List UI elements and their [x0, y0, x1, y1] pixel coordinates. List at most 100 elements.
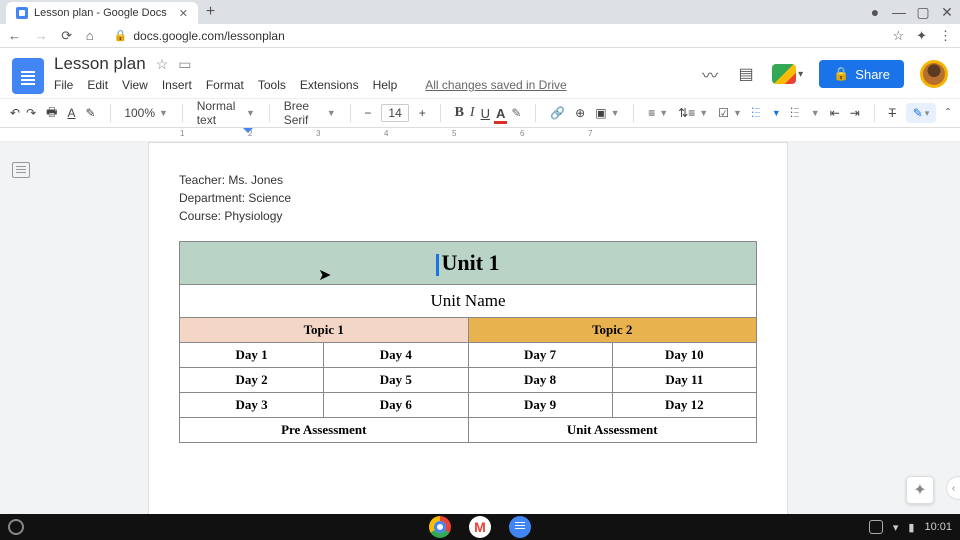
close-window-icon[interactable]: ✕: [940, 4, 954, 21]
clear-formatting-icon[interactable]: T: [889, 106, 896, 120]
menu-extensions[interactable]: Extensions: [300, 78, 359, 92]
browser-menu-icon[interactable]: ⋮: [939, 28, 952, 44]
forward-icon: →: [35, 28, 48, 43]
topic1-header[interactable]: Topic 1: [180, 318, 469, 343]
menu-insert[interactable]: Insert: [162, 78, 192, 92]
bulleted-list-dropdown[interactable]: ▼: [752, 107, 781, 119]
menu-help[interactable]: Help: [373, 78, 398, 92]
formatting-toolbar: ↶↷ 🖶 A ✎ 100%▼ Normal text▼ Bree Serif▼ …: [0, 98, 960, 128]
back-icon[interactable]: ←: [8, 28, 21, 43]
comments-icon[interactable]: ▤: [736, 64, 756, 84]
italic-button[interactable]: I: [470, 105, 475, 121]
day-cell[interactable]: Day 6: [324, 393, 468, 418]
decrease-font-button[interactable]: −: [364, 106, 371, 120]
status-tray-icon[interactable]: [869, 520, 883, 534]
minimize-window-icon[interactable]: —: [892, 4, 906, 20]
day-cell[interactable]: Day 7: [468, 343, 612, 368]
numbered-list-dropdown[interactable]: ▼: [791, 107, 820, 119]
unit-name-cell[interactable]: Unit Name: [180, 285, 757, 318]
highlight-button[interactable]: ✎: [511, 106, 521, 120]
maximize-window-icon[interactable]: ▢: [916, 4, 930, 21]
editing-mode-button[interactable]: ✎ ▾: [906, 103, 936, 123]
day-cell[interactable]: Day 2: [180, 368, 324, 393]
unit-assessment-cell[interactable]: Unit Assessment: [468, 418, 757, 443]
style-dropdown[interactable]: Normal text▼: [197, 99, 255, 127]
collapse-toolbar-icon[interactable]: ˆ: [946, 106, 950, 120]
clock-text[interactable]: 10:01: [924, 521, 952, 533]
day-cell[interactable]: Day 12: [612, 393, 756, 418]
day-cell[interactable]: Day 1: [180, 343, 324, 368]
undo-icon[interactable]: ↶: [10, 106, 20, 120]
menu-format[interactable]: Format: [206, 78, 244, 92]
unit-table[interactable]: Unit 1 Unit Name Topic 1 Topic 2 Day 1 D…: [179, 241, 757, 443]
meet-button[interactable]: ▾: [772, 64, 803, 84]
day-cell[interactable]: Day 3: [180, 393, 324, 418]
horizontal-ruler[interactable]: 1 2 3 4 5 6 7: [0, 128, 960, 142]
star-document-icon[interactable]: ☆: [156, 56, 169, 73]
zoom-dropdown[interactable]: 100%▼: [124, 106, 168, 120]
account-avatar[interactable]: [920, 60, 948, 88]
close-tab-icon[interactable]: ✕: [179, 7, 188, 20]
browser-addressbar: ← → ⟳ ⌂ 🔒 docs.google.com/lessonplan ☆ ✦…: [0, 24, 960, 48]
url-field[interactable]: 🔒 docs.google.com/lessonplan: [114, 29, 883, 43]
day-cell[interactable]: Day 9: [468, 393, 612, 418]
day-cell[interactable]: Day 10: [612, 343, 756, 368]
explore-fab-button[interactable]: ✦: [906, 476, 934, 504]
docs-app-icon[interactable]: [509, 516, 531, 538]
launcher-icon[interactable]: [8, 519, 24, 535]
insert-image-dropdown[interactable]: ▣▼: [595, 106, 619, 120]
pre-assessment-cell[interactable]: Pre Assessment: [180, 418, 469, 443]
docs-header: Lesson plan ☆ ▭ File Edit View Insert Fo…: [0, 48, 960, 94]
underline-button[interactable]: U: [481, 106, 490, 121]
bookmark-star-icon[interactable]: ☆: [892, 28, 904, 44]
menu-view[interactable]: View: [122, 78, 148, 92]
meet-camera-icon: [772, 64, 796, 84]
increase-font-button[interactable]: +: [419, 106, 426, 120]
print-icon[interactable]: 🖶: [46, 103, 57, 124]
save-status[interactable]: All changes saved in Drive: [425, 78, 566, 92]
day-cell[interactable]: Day 8: [468, 368, 612, 393]
docs-logo-icon[interactable]: [12, 58, 44, 94]
paint-format-icon[interactable]: ✎: [85, 106, 95, 120]
menubar: File Edit View Insert Format Tools Exten…: [54, 78, 700, 92]
insert-link-icon[interactable]: 🔗: [550, 106, 565, 120]
font-dropdown[interactable]: Bree Serif▼: [284, 99, 336, 127]
menu-edit[interactable]: Edit: [87, 78, 108, 92]
align-dropdown[interactable]: ≡▼: [648, 106, 668, 120]
wifi-icon[interactable]: ▾: [893, 521, 899, 534]
document-title[interactable]: Lesson plan: [54, 54, 146, 74]
outline-toggle-icon[interactable]: [12, 162, 30, 178]
share-button[interactable]: 🔒 Share: [819, 60, 904, 88]
document-page[interactable]: Teacher: Ms. Jones Department: Science C…: [148, 142, 788, 518]
chrome-app-icon[interactable]: [429, 516, 451, 538]
spellcheck-icon[interactable]: A: [67, 106, 75, 120]
topic2-header[interactable]: Topic 2: [468, 318, 757, 343]
redo-icon[interactable]: ↷: [26, 106, 36, 120]
doc-meta-block[interactable]: Teacher: Ms. Jones Department: Science C…: [179, 171, 757, 225]
line-spacing-dropdown[interactable]: ⇅≡▼: [678, 106, 708, 120]
increase-indent-icon[interactable]: ⇥: [850, 106, 860, 120]
battery-icon[interactable]: ▮: [908, 521, 914, 534]
text-color-button[interactable]: A: [496, 106, 505, 121]
unit-title-cell[interactable]: Unit 1: [180, 242, 757, 285]
new-tab-button[interactable]: +: [198, 3, 223, 21]
browser-tab[interactable]: Lesson plan - Google Docs ✕: [6, 2, 198, 24]
bold-button[interactable]: B: [455, 105, 464, 121]
move-folder-icon[interactable]: ▭: [178, 56, 191, 73]
decrease-indent-icon[interactable]: ⇤: [830, 106, 840, 120]
extensions-icon[interactable]: ✦: [916, 28, 927, 44]
insert-comment-icon[interactable]: ⊕: [575, 106, 585, 120]
account-dot-icon[interactable]: ●: [868, 4, 882, 20]
home-icon[interactable]: ⌂: [86, 28, 94, 43]
day-cell[interactable]: Day 5: [324, 368, 468, 393]
mouse-cursor-icon: ➤: [318, 265, 331, 285]
checklist-dropdown[interactable]: ☑▼: [718, 106, 742, 120]
day-cell[interactable]: Day 11: [612, 368, 756, 393]
gmail-app-icon[interactable]: M: [469, 516, 491, 538]
day-cell[interactable]: Day 4: [324, 343, 468, 368]
font-size-field[interactable]: 14: [381, 104, 408, 122]
reload-icon[interactable]: ⟳: [61, 28, 72, 43]
menu-tools[interactable]: Tools: [258, 78, 286, 92]
activity-icon[interactable]: 〰: [700, 64, 720, 84]
menu-file[interactable]: File: [54, 78, 73, 92]
